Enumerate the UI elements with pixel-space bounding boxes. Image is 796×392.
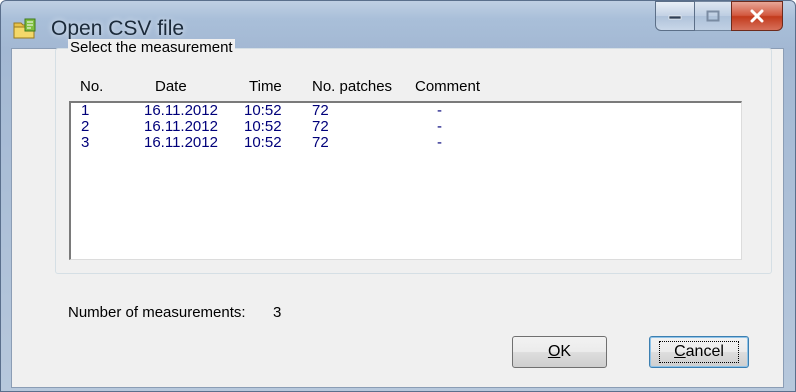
cell-date: 16.11.2012 — [144, 118, 218, 135]
ok-label-rest: K — [560, 343, 572, 360]
ok-accelerator: O — [547, 343, 561, 360]
folder-csv-icon — [13, 18, 36, 39]
measurement-count-label: Number of measurements: — [68, 304, 246, 321]
groupbox-label: Select the measurement — [68, 39, 235, 57]
measurement-list[interactable]: 1 16.11.2012 10:52 72 - 2 16.11.2012 10:… — [69, 101, 742, 260]
ok-button[interactable]: OK — [512, 336, 607, 368]
column-header-patches: No. patches — [312, 78, 393, 95]
minimize-button[interactable] — [655, 1, 695, 31]
cell-date: 16.11.2012 — [144, 134, 218, 151]
minimize-icon — [668, 15, 682, 20]
cell-patches: 72 — [312, 134, 329, 151]
cell-time: 10:52 — [244, 118, 282, 135]
list-item[interactable]: 3 16.11.2012 10:52 72 - — [71, 135, 741, 151]
list-item[interactable]: 2 16.11.2012 10:52 72 - — [71, 119, 741, 135]
cell-patches: 72 — [312, 118, 329, 135]
cell-patches: 72 — [312, 102, 329, 119]
cell-date: 16.11.2012 — [144, 102, 218, 119]
close-button[interactable] — [731, 1, 783, 31]
cell-comment: - — [437, 118, 442, 135]
cancel-label-rest: ancel — [685, 343, 724, 360]
cell-time: 10:52 — [244, 102, 282, 119]
column-header-date: Date — [155, 78, 187, 95]
column-header-time: Time — [249, 78, 282, 95]
column-header-comment: Comment — [415, 78, 481, 95]
cell-no: 1 — [81, 102, 90, 119]
cell-no: 3 — [81, 134, 90, 151]
column-header-no: No. — [80, 78, 104, 95]
cell-comment: - — [437, 102, 442, 119]
cell-comment: - — [437, 134, 442, 151]
cancel-button[interactable]: Cancel — [649, 336, 749, 368]
maximize-icon — [706, 10, 720, 22]
cell-time: 10:52 — [244, 134, 282, 151]
maximize-button[interactable] — [694, 1, 732, 31]
close-icon — [750, 9, 764, 23]
cancel-accelerator: C — [674, 343, 686, 360]
focus-rectangle: Cancel — [659, 341, 739, 363]
measurement-count-value: 3 — [273, 304, 282, 321]
window-title: Open CSV file — [51, 17, 185, 40]
cell-no: 2 — [81, 118, 90, 135]
list-item[interactable]: 1 16.11.2012 10:52 72 - — [71, 103, 741, 119]
